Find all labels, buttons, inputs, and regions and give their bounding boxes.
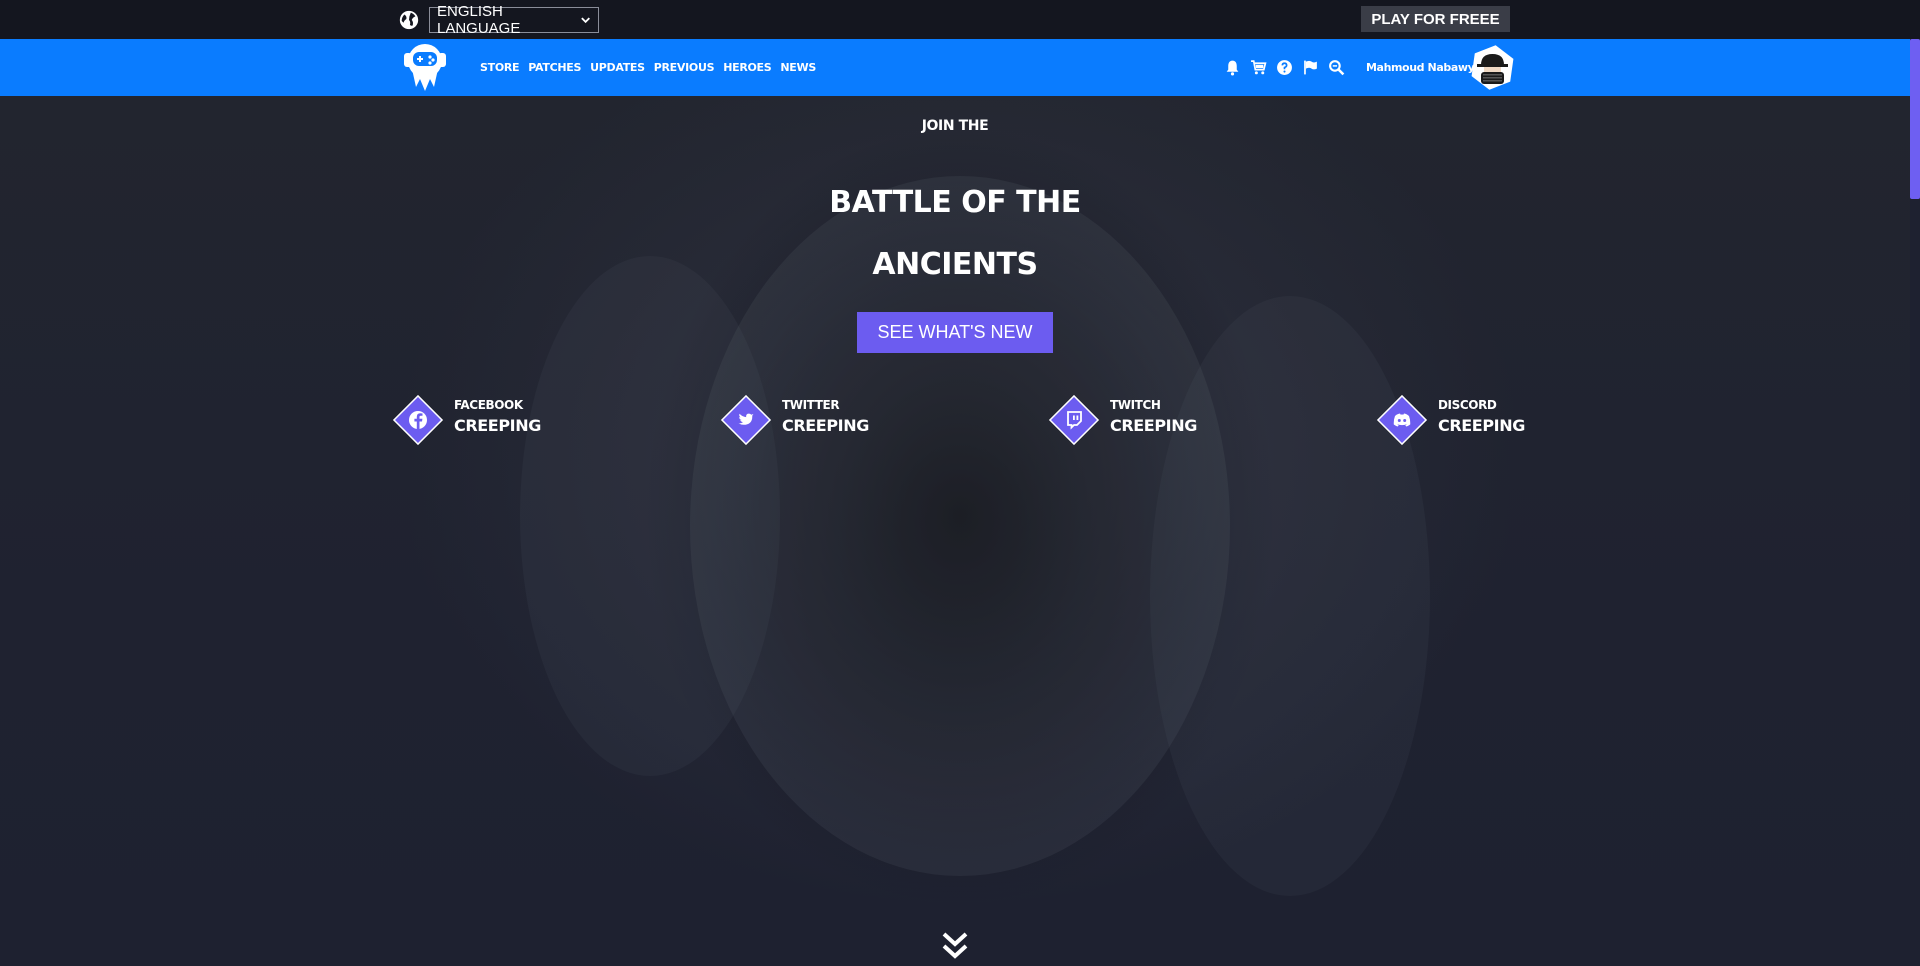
nav-link-previous[interactable]: PREVIOUS xyxy=(654,61,715,74)
nav-link-heroes[interactable]: HEROES xyxy=(723,61,771,74)
double-chevron-down-icon[interactable] xyxy=(940,930,970,964)
play-for-free-button[interactable]: PLAY FOR FREEE xyxy=(1361,6,1510,32)
nav-links: STORE PATCHES UPDATES PREVIOUS HEROES NE… xyxy=(480,39,816,96)
nav-link-store[interactable]: STORE xyxy=(480,61,520,74)
social-facebook[interactable]: FACEBOOK CREEPING xyxy=(390,390,541,450)
see-whats-new-button[interactable]: SEE WHAT'S NEW xyxy=(857,312,1053,353)
nav-icons xyxy=(1224,39,1345,96)
social-label: FACEBOOK xyxy=(454,397,523,412)
language-picker: ENGLISH LANGUAGE xyxy=(398,3,599,37)
language-select[interactable]: ENGLISH LANGUAGE xyxy=(429,3,599,37)
facebook-icon-badge xyxy=(390,392,446,448)
social-label: TWITCH xyxy=(1110,397,1161,412)
help-icon[interactable] xyxy=(1276,59,1293,76)
social-label: TWITTER xyxy=(782,397,840,412)
cart-icon[interactable] xyxy=(1250,59,1267,76)
social-value: CREEPING xyxy=(782,415,869,435)
bell-icon[interactable] xyxy=(1224,59,1241,76)
twitter-icon xyxy=(720,394,772,446)
social-discord[interactable]: DISCORD CREEPING xyxy=(1374,390,1525,450)
chevron-down-icon xyxy=(581,17,590,24)
language-select-value: ENGLISH LANGUAGE xyxy=(437,3,521,37)
social-value: CREEPING xyxy=(1110,415,1197,435)
social-value: CREEPING xyxy=(454,415,541,435)
nav-link-updates[interactable]: UPDATES xyxy=(590,61,645,74)
flag-icon[interactable] xyxy=(1302,59,1319,76)
nav-link-patches[interactable]: PATCHES xyxy=(528,61,581,74)
search-icon[interactable] xyxy=(1328,59,1345,76)
twitch-icon-badge xyxy=(1046,392,1102,448)
hero-title: BATTLE OF THE ANCIENTS xyxy=(0,172,1910,296)
discord-icon xyxy=(1376,394,1428,446)
social-label: DISCORD xyxy=(1438,397,1497,412)
twitch-icon xyxy=(1048,394,1100,446)
social-twitter[interactable]: TWITTER CREEPING xyxy=(718,390,869,450)
site-logo[interactable] xyxy=(398,39,452,93)
twitter-icon-badge xyxy=(718,392,774,448)
hero-subtitle: JOIN THE xyxy=(921,118,989,134)
social-value: CREEPING xyxy=(1438,415,1525,435)
hero-title-line-1: BATTLE OF THE xyxy=(829,185,1081,220)
social-twitch[interactable]: TWITCH CREEPING xyxy=(1046,390,1197,450)
avatar[interactable] xyxy=(1469,43,1516,92)
user-name[interactable]: Mahmoud Nabawy xyxy=(1366,39,1475,96)
main-navbar: STORE PATCHES UPDATES PREVIOUS HEROES NE… xyxy=(0,39,1910,96)
hero-title-line-2: ANCIENTS xyxy=(872,247,1038,282)
globe-icon xyxy=(399,10,419,30)
nav-link-news[interactable]: NEWS xyxy=(780,61,816,74)
page-scrollbar-thumb[interactable] xyxy=(1910,39,1920,199)
facebook-icon xyxy=(392,394,444,446)
top-bar: ENGLISH LANGUAGE PLAY FOR FREEE xyxy=(0,0,1920,39)
discord-icon-badge xyxy=(1374,392,1430,448)
